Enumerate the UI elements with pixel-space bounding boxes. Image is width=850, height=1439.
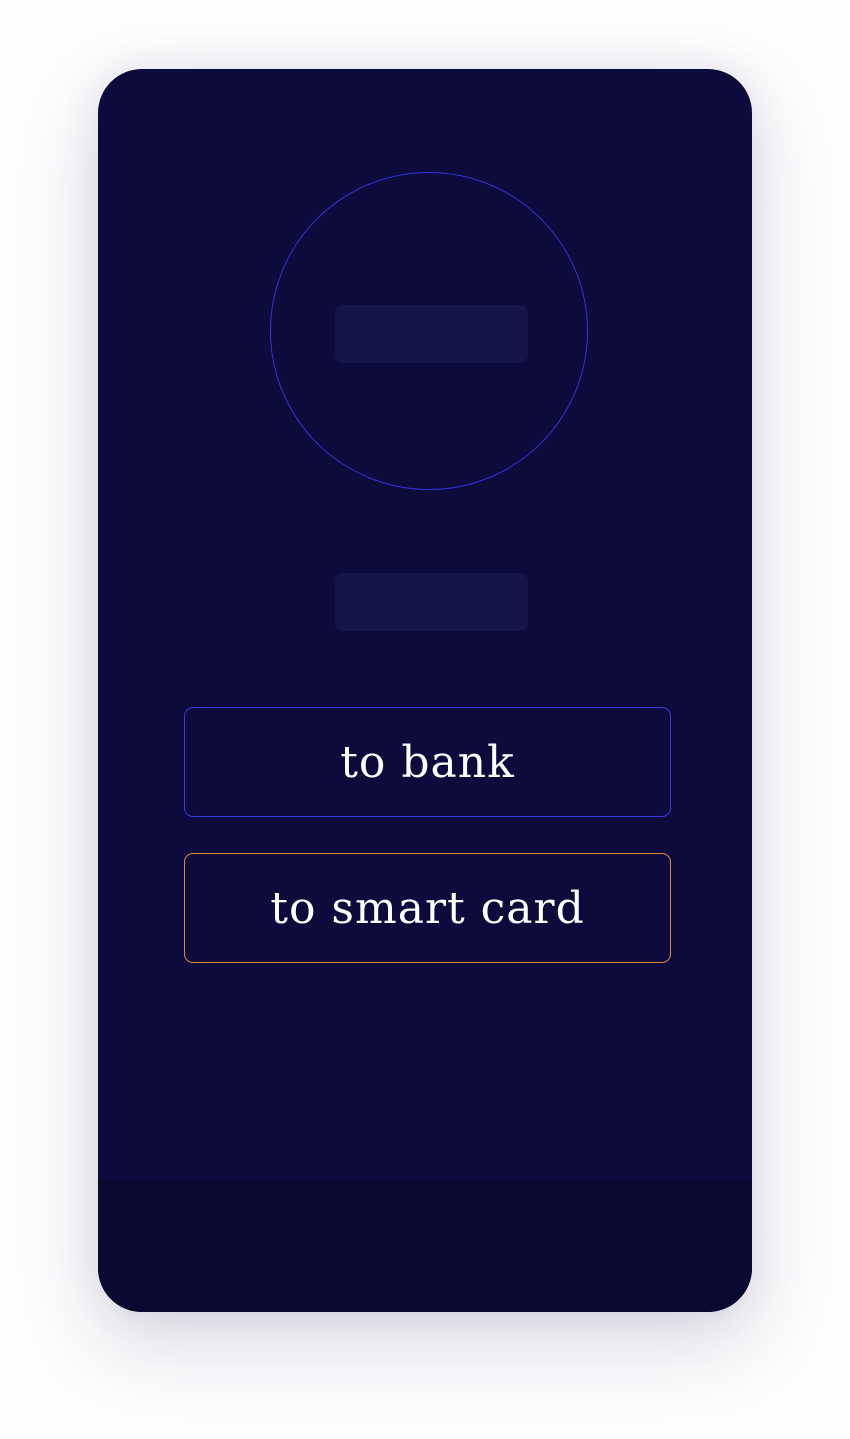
- page-backdrop: to bank to smart card: [0, 0, 850, 1439]
- bottom-bar: [98, 1181, 752, 1312]
- to-bank-button[interactable]: to bank: [184, 707, 671, 817]
- label-placeholder: [335, 573, 528, 631]
- phone-screen: to bank to smart card: [98, 69, 752, 1312]
- to-smart-card-label: to smart card: [270, 882, 585, 934]
- balance-placeholder: [335, 305, 528, 363]
- to-smart-card-button[interactable]: to smart card: [184, 853, 671, 963]
- to-bank-label: to bank: [340, 736, 515, 788]
